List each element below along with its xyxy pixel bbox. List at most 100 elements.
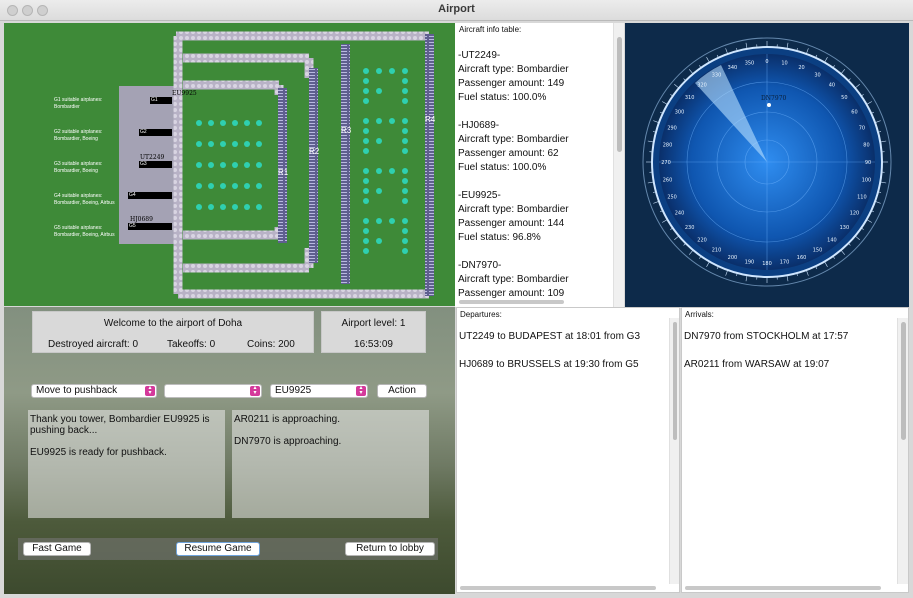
radar-bearing-label: 220 [697,237,707,243]
radar-tick [824,261,828,267]
chevron-updown-icon: ▴ ▾ [356,385,366,396]
radar-bearing-label: 200 [728,255,738,261]
radar-bearing-label: 270 [661,160,671,166]
gate-info-g2: G2 suitable airplanes: Bombardier, Boeing [54,129,103,142]
runway-label-r4: R4 [425,115,436,124]
radar-bearing-label: 180 [762,261,772,267]
gate-info-g1: G1 suitable airplanes: Bombardier [54,97,103,110]
radar-tick [874,120,881,123]
runway-label-r2: R2 [309,147,320,156]
radar-bearing-label: 320 [697,83,707,89]
takeoffs-count: Takeoffs: 0 [167,339,216,350]
message-line: AR0211 is approaching. [234,414,340,425]
gate-g5[interactable]: G5 [128,223,172,230]
gate-info-g3: G3 suitable airplanes: Bombardier, Boeing [54,161,103,174]
destroyed-count: Destroyed aircraft: 0 [48,339,139,350]
radar-tick [725,269,728,276]
coins-count: Coins: 200 [247,339,295,350]
info-scroll-thumb[interactable] [617,37,622,152]
radar-bearing-label: 240 [675,211,685,217]
message-line: DN7970 is approaching. [234,436,342,447]
welcome-text: Welcome to the airport of Doha [103,318,243,329]
radar-tick [674,235,680,241]
info-table-title: Aircraft info table: [459,25,522,34]
radar-bearing-label: 160 [797,255,807,261]
airport-map: G1 suitable airplanes: Bombardier G2 suit… [4,23,455,306]
message-line: Thank you tower, Bombardier EU9925 is pu… [30,414,210,436]
command-select[interactable]: Move to pushback ▴ ▾ [31,384,157,398]
runway-r1 [278,88,287,243]
aircraft-info-item: -HJ0689- Aircraft type: Bombardier Passen… [458,120,569,173]
radar-bearing-label: 100 [862,178,872,184]
radar-bearing-label: 80 [863,142,869,148]
radar-bearing-label: 110 [857,195,867,201]
window-title: Airport [438,3,475,15]
radar-bearing-label: 210 [712,247,722,253]
radar-bearing-label: 130 [840,225,850,231]
chevron-updown-icon: ▴ ▾ [145,385,155,396]
departures-title: Departures: [460,310,502,319]
radar-panel: 0 10 20 30 40 50 60 70 80 90 100 110 120 130 140 150 160… [625,23,909,307]
radar-bearing-label: 50 [841,95,847,101]
gate-g2[interactable]: G2 [139,129,172,136]
list-item[interactable]: DN7970 from STOCKHOLM at 17:57 [684,330,848,344]
departures-panel: Departures: UT2249 to BUDAPEST at 18:01 … [456,307,680,593]
return-to-lobby-button[interactable]: Return to lobby [345,542,435,556]
action-button[interactable]: Action [377,384,427,398]
radar-bearing-label: 250 [667,195,677,201]
plane-tag-ut2249[interactable]: UT2249 [140,154,164,161]
target-select[interactable]: ▴ ▾ [164,384,262,398]
radar-tick [706,261,710,267]
arrivals-panel: Arrivals: DN7970 from STOCKHOLM at 17:57… [681,307,909,593]
departures-scroll-thumb[interactable] [673,322,677,440]
arrivals-list: DN7970 from STOCKHOLM at 17:57 AR0211 fr… [684,330,848,386]
radar-tick [806,48,809,55]
arrivals-scroll-thumb[interactable] [901,322,906,440]
radar-tick [806,269,809,276]
fast-game-button[interactable]: Fast Game [23,542,91,556]
radar-bearing-label: 290 [667,125,677,131]
radar-tick [662,101,668,105]
departures-horizontal-scroll-thumb[interactable] [460,586,656,590]
list-item[interactable]: AR0211 from WARSAW at 19:07 [684,358,848,372]
radar-bearing-label: 170 [780,259,790,265]
plane-tag-eu9925[interactable]: EU9925 [172,90,197,97]
radar-tick [653,201,660,204]
arrivals-horizontal-scroll-thumb[interactable] [685,586,881,590]
radar-bearing-label: 190 [745,259,755,265]
radar-tick [674,83,680,89]
radar-bearing-label: 70 [859,125,865,131]
radar-tick [840,249,846,255]
gate-g1[interactable]: G1 [150,97,172,104]
runway-label-r3: R3 [341,126,352,135]
info-vertical-scrollbar[interactable] [613,23,624,307]
radar-bearing-label: 0 [765,59,768,65]
resume-game-button[interactable]: Resume Game [176,542,260,556]
arrivals-title: Arrivals: [685,310,714,319]
radar-tick [854,83,860,89]
info-horizontal-scroll-thumb[interactable] [459,300,564,304]
gate-g4[interactable]: G4 [128,192,172,199]
radar-bearing-label: 350 [745,61,755,67]
departures-list: UT2249 to BUDAPEST at 18:01 from G3 HJ06… [459,330,640,386]
level-panel: Airport level: 1 16:53:09 [321,311,426,353]
list-item[interactable]: HJ0689 to BRUSSELS at 19:30 from G5 [459,358,640,372]
airport-level: Airport level: 1 [341,318,406,329]
radar-target-dn7970 [767,103,771,107]
radar-bearing-label: 150 [813,247,823,253]
radar-tick [706,57,710,63]
radar-tick [653,120,660,123]
plane-tag-hj0689[interactable]: HJ0689 [130,216,153,223]
departures-vertical-scrollbar[interactable] [669,318,679,584]
radar-tick [854,235,860,241]
radar-bearing-label: 140 [827,237,837,243]
radar-bearing-label: 60 [851,110,857,116]
arrivals-vertical-scrollbar[interactable] [897,318,908,584]
aircraft-select[interactable]: EU9925 ▴ ▾ [270,384,368,398]
radar-bearing-label: 120 [850,211,860,217]
aircraft-info-item: -DN7970- Aircraft type: Bombardier Passen… [458,260,569,299]
radar-tick [662,219,668,223]
list-item[interactable]: UT2249 to BUDAPEST at 18:01 from G3 [459,330,640,344]
radar-tick [840,69,846,75]
gate-g3[interactable]: G3 [139,161,172,168]
